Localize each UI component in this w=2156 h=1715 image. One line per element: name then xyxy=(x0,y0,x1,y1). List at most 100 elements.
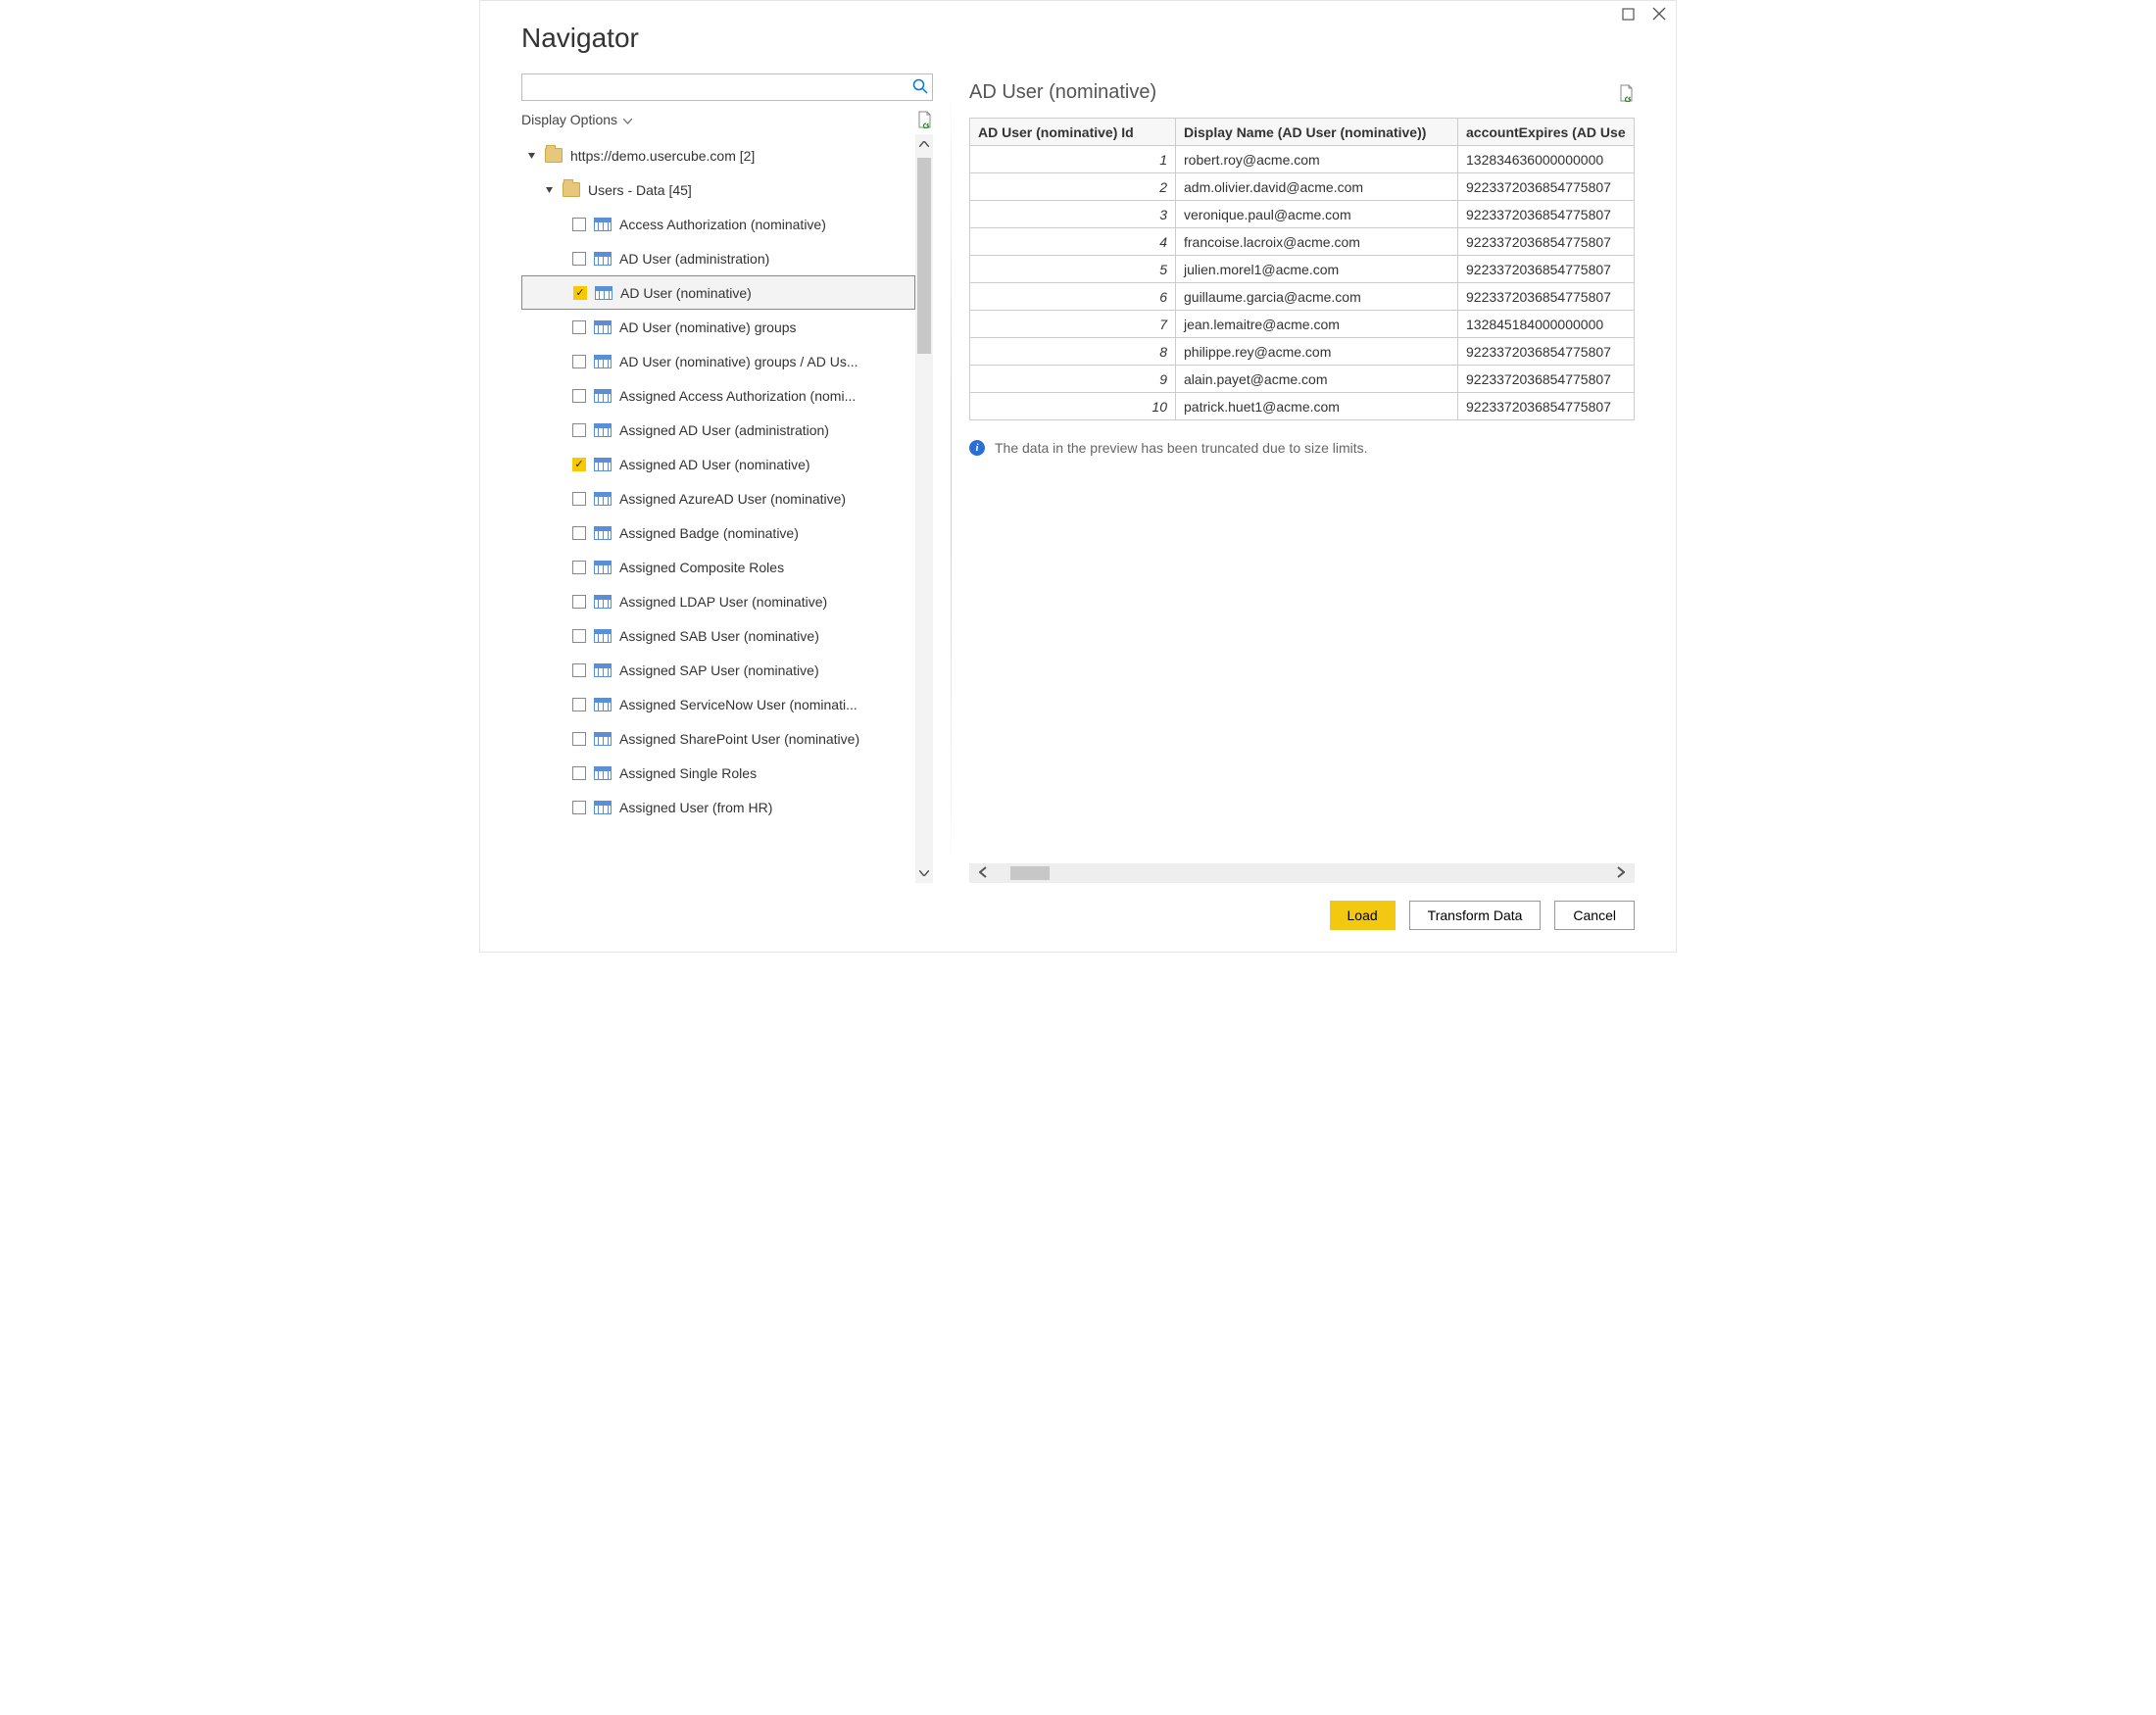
column-header[interactable]: accountExpires (AD Use xyxy=(1458,119,1635,146)
tree-item[interactable]: Assigned Composite Roles xyxy=(521,550,915,584)
scroll-right-icon[interactable] xyxy=(1607,865,1635,881)
table-cell: 8 xyxy=(970,338,1176,366)
table-row[interactable]: 4francoise.lacroix@acme.com9223372036854… xyxy=(970,228,1635,256)
checkbox[interactable] xyxy=(572,732,586,746)
checkbox[interactable] xyxy=(572,629,586,643)
tree-item[interactable]: Assigned ServiceNow User (nominati... xyxy=(521,687,915,721)
tree-item[interactable]: Assigned Access Authorization (nomi... xyxy=(521,378,915,413)
footer: Load Transform Data Cancel xyxy=(480,883,1676,952)
tree-item[interactable]: Access Authorization (nominative) xyxy=(521,207,915,241)
tree-item[interactable]: Assigned SAB User (nominative) xyxy=(521,618,915,653)
vertical-scrollbar[interactable] xyxy=(915,134,933,883)
checkbox[interactable] xyxy=(572,355,586,368)
table-row[interactable]: 6guillaume.garcia@acme.com92233720368547… xyxy=(970,283,1635,311)
titlebar-controls xyxy=(1622,7,1666,21)
scroll-thumb[interactable] xyxy=(1010,866,1050,880)
table-row[interactable]: 9alain.payet@acme.com9223372036854775807 xyxy=(970,366,1635,393)
table-cell: robert.roy@acme.com xyxy=(1176,146,1458,173)
cancel-button[interactable]: Cancel xyxy=(1554,901,1635,930)
table-icon xyxy=(594,698,612,711)
scroll-down-icon[interactable] xyxy=(915,863,933,883)
tree-item[interactable]: AD User (administration) xyxy=(521,241,915,275)
tree-group-label: Users - Data [45] xyxy=(588,182,915,198)
table-row[interactable]: 8philippe.rey@acme.com922337203685477580… xyxy=(970,338,1635,366)
tree-item-label: Access Authorization (nominative) xyxy=(619,217,915,232)
table-icon xyxy=(594,561,612,574)
table-row[interactable]: 1robert.roy@acme.com132834636000000000 xyxy=(970,146,1635,173)
tree-item[interactable]: Assigned Single Roles xyxy=(521,756,915,790)
tree-item[interactable]: Assigned SAP User (nominative) xyxy=(521,653,915,687)
table-cell: 9223372036854775807 xyxy=(1458,173,1635,201)
checkbox[interactable] xyxy=(572,252,586,266)
horizontal-scrollbar[interactable] xyxy=(969,863,1635,883)
content: Display Options https://demo.usercube.co… xyxy=(480,64,1676,883)
column-header[interactable]: AD User (nominative) Id xyxy=(970,119,1176,146)
table-icon xyxy=(594,218,612,231)
tree-item-label: Assigned Badge (nominative) xyxy=(619,525,915,541)
tree-item-label: Assigned User (from HR) xyxy=(619,800,915,815)
table-row[interactable]: 10patrick.huet1@acme.com9223372036854775… xyxy=(970,393,1635,420)
truncated-message: i The data in the preview has been trunc… xyxy=(969,440,1635,456)
display-options-button[interactable]: Display Options xyxy=(521,112,632,127)
table-cell: 3 xyxy=(970,201,1176,228)
tree-node-root[interactable]: https://demo.usercube.com [2] xyxy=(521,138,915,172)
table-cell: 9223372036854775807 xyxy=(1458,256,1635,283)
table-icon xyxy=(594,663,612,677)
checkbox[interactable] xyxy=(572,698,586,711)
table-icon xyxy=(595,286,612,300)
table-icon xyxy=(594,595,612,609)
checkbox[interactable] xyxy=(572,320,586,334)
chevron-down-icon xyxy=(623,112,632,127)
maximize-icon[interactable] xyxy=(1622,8,1635,21)
right-pane: AD User (nominative) AD User (nominative… xyxy=(969,64,1635,883)
table-row[interactable]: 5julien.morel1@acme.com92233720368547758… xyxy=(970,256,1635,283)
table-cell: 9223372036854775807 xyxy=(1458,366,1635,393)
scroll-thumb[interactable] xyxy=(917,158,931,354)
column-header[interactable]: Display Name (AD User (nominative)) xyxy=(1176,119,1458,146)
load-button[interactable]: Load xyxy=(1330,901,1396,930)
close-icon[interactable] xyxy=(1652,7,1666,21)
tree-item-label: Assigned Single Roles xyxy=(619,765,915,781)
search-box[interactable] xyxy=(521,74,933,101)
search-input[interactable] xyxy=(530,78,912,96)
table-cell: 1 xyxy=(970,146,1176,173)
checkbox[interactable]: ✓ xyxy=(572,458,586,471)
checkbox[interactable] xyxy=(572,766,586,780)
tree-item[interactable]: Assigned User (from HR) xyxy=(521,790,915,824)
table-cell: 9 xyxy=(970,366,1176,393)
scroll-up-icon[interactable] xyxy=(915,134,933,154)
tree-item-label: Assigned Composite Roles xyxy=(619,560,915,575)
tree-item[interactable]: Assigned AD User (administration) xyxy=(521,413,915,447)
checkbox[interactable] xyxy=(572,526,586,540)
checkbox[interactable] xyxy=(572,492,586,506)
scroll-left-icon[interactable] xyxy=(969,865,997,881)
checkbox[interactable] xyxy=(572,423,586,437)
tree-item[interactable]: AD User (nominative) groups / AD Us... xyxy=(521,344,915,378)
transform-data-button[interactable]: Transform Data xyxy=(1409,901,1542,930)
tree-item[interactable]: Assigned LDAP User (nominative) xyxy=(521,584,915,618)
table-row[interactable]: 2adm.olivier.david@acme.com9223372036854… xyxy=(970,173,1635,201)
checkbox[interactable] xyxy=(572,595,586,609)
table-cell: veronique.paul@acme.com xyxy=(1176,201,1458,228)
table-row[interactable]: 3veronique.paul@acme.com9223372036854775… xyxy=(970,201,1635,228)
refresh-preview-icon[interactable] xyxy=(1619,84,1635,102)
tree-item[interactable]: Assigned AzureAD User (nominative) xyxy=(521,481,915,515)
tree-node-group[interactable]: Users - Data [45] xyxy=(521,172,915,207)
search-icon[interactable] xyxy=(912,78,928,97)
table-row[interactable]: 7jean.lemaitre@acme.com13284518400000000… xyxy=(970,311,1635,338)
checkbox[interactable] xyxy=(572,663,586,677)
tree-item[interactable]: AD User (nominative) groups xyxy=(521,310,915,344)
checkbox[interactable] xyxy=(572,218,586,231)
preview-table: AD User (nominative) Id Display Name (AD… xyxy=(969,118,1635,420)
tree-item[interactable]: ✓Assigned AD User (nominative) xyxy=(521,447,915,481)
tree-item[interactable]: Assigned SharePoint User (nominative) xyxy=(521,721,915,756)
table-cell: 2 xyxy=(970,173,1176,201)
checkbox[interactable] xyxy=(572,561,586,574)
tree-item[interactable]: ✓AD User (nominative) xyxy=(521,275,915,310)
tree-item[interactable]: Assigned Badge (nominative) xyxy=(521,515,915,550)
checkbox[interactable] xyxy=(572,389,586,403)
checkbox[interactable]: ✓ xyxy=(573,286,587,300)
checkbox[interactable] xyxy=(572,801,586,814)
tree-item-label: Assigned SAB User (nominative) xyxy=(619,628,915,644)
refresh-icon[interactable] xyxy=(917,111,933,128)
